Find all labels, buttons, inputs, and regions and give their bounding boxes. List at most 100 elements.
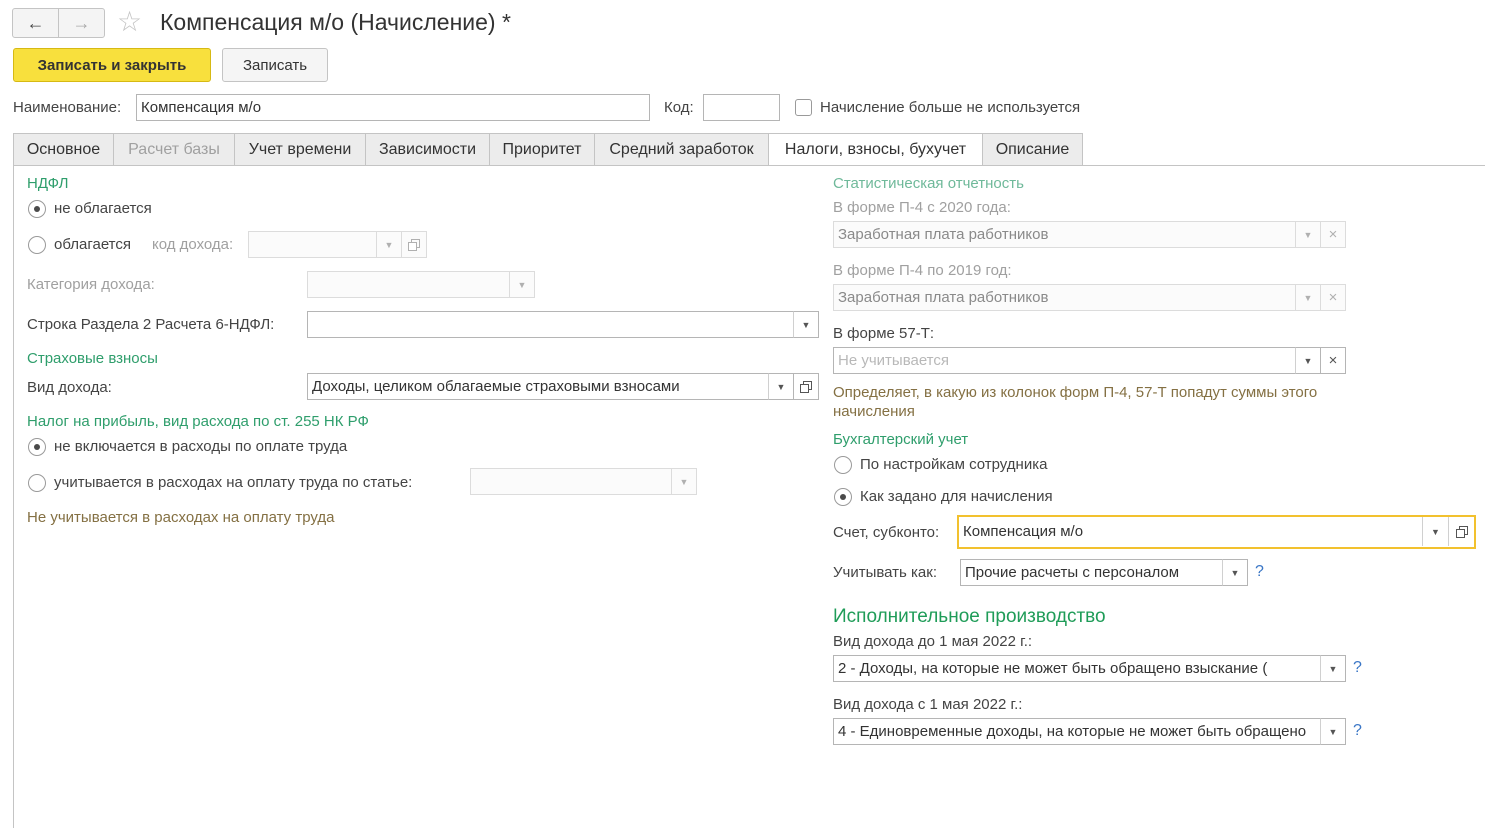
income-category-input[interactable] bbox=[307, 271, 510, 298]
chevron-down-icon[interactable]: ▼ bbox=[509, 271, 535, 298]
included-by-article-radio[interactable] bbox=[28, 474, 46, 492]
save-and-close-button[interactable]: Записать и закрыть bbox=[13, 48, 211, 82]
income-category-label: Категория дохода: bbox=[27, 276, 155, 293]
tab-taxes[interactable]: Налоги, взносы, бухучет bbox=[769, 133, 983, 166]
help-icon[interactable]: ? bbox=[1353, 659, 1362, 677]
enforcement-group-title: Исполнительное производство bbox=[833, 606, 1106, 627]
clear-icon[interactable]: × bbox=[1320, 347, 1346, 374]
chevron-down-icon[interactable]: ▼ bbox=[1295, 347, 1321, 374]
page-title: Компенсация м/о (Начисление) * bbox=[160, 9, 511, 35]
f57t-label: В форме 57-Т: bbox=[833, 325, 935, 342]
p4-2020-label: В форме П-4 с 2020 года: bbox=[833, 199, 1011, 216]
chevron-down-icon[interactable]: ▼ bbox=[671, 468, 697, 495]
name-input[interactable]: Компенсация м/о bbox=[136, 94, 650, 121]
chevron-down-icon[interactable]: ▼ bbox=[1422, 517, 1448, 546]
p4-2019-label: В форме П-4 по 2019 год: bbox=[833, 262, 1012, 279]
open-icon[interactable] bbox=[1448, 517, 1474, 546]
arrow-right-icon[interactable]: → bbox=[58, 9, 104, 37]
before-may-field[interactable]: 2 - Доходы, на которые не может быть обр… bbox=[833, 655, 1346, 682]
income-type-field[interactable]: Доходы, целиком облагаемые страховыми вз… bbox=[307, 373, 819, 400]
account-field[interactable]: Компенсация м/о ▼ bbox=[957, 515, 1476, 549]
after-may-label: Вид дохода с 1 мая 2022 г.: bbox=[833, 696, 1023, 713]
tab-divider bbox=[13, 165, 1485, 166]
p4-2019-input[interactable]: Заработная плата работников bbox=[833, 284, 1296, 311]
before-may-label: Вид дохода до 1 мая 2022 г.: bbox=[833, 633, 1033, 650]
p4-2020-input[interactable]: Заработная плата работников bbox=[833, 221, 1296, 248]
chevron-down-icon[interactable]: ▼ bbox=[1320, 655, 1346, 682]
after-may-input[interactable]: 4 - Единовременные доходы, на которые не… bbox=[833, 718, 1321, 745]
help-icon[interactable]: ? bbox=[1255, 563, 1264, 581]
treat-as-input[interactable]: Прочие расчеты с персоналом bbox=[960, 559, 1223, 586]
tab-description[interactable]: Описание bbox=[983, 133, 1083, 166]
income-category-field[interactable]: ▼ bbox=[307, 271, 535, 298]
treat-as-label: Учитывать как: bbox=[833, 564, 938, 581]
row6ndfl-input[interactable] bbox=[307, 311, 794, 338]
as-set-label: Как задано для начисления bbox=[860, 488, 1053, 505]
tab-base-calc[interactable]: Расчет базы bbox=[114, 133, 235, 166]
article-field[interactable]: ▼ bbox=[470, 468, 697, 495]
by-employee-radio[interactable] bbox=[834, 456, 852, 474]
tab-bar: Основное Расчет базы Учет времени Зависи… bbox=[13, 133, 1083, 166]
profit-tax-group-title: Налог на прибыль, вид расхода по ст. 255… bbox=[27, 413, 369, 430]
article-input[interactable] bbox=[470, 468, 672, 495]
before-may-input[interactable]: 2 - Доходы, на которые не может быть обр… bbox=[833, 655, 1321, 682]
income-code-label: код дохода: bbox=[152, 236, 234, 253]
tab-main[interactable]: Основное bbox=[13, 133, 114, 166]
as-set-radio[interactable] bbox=[834, 488, 852, 506]
not-taxed-radio[interactable] bbox=[28, 200, 46, 218]
name-label: Наименование: bbox=[13, 99, 122, 116]
income-code-input[interactable] bbox=[248, 231, 377, 258]
stat-group-title: Статистическая отчетность bbox=[833, 175, 1024, 192]
taxed-radio[interactable] bbox=[28, 236, 46, 254]
row6ndfl-label: Строка Раздела 2 Расчета 6-НДФЛ: bbox=[27, 316, 275, 333]
f57t-input[interactable]: Не учитывается bbox=[833, 347, 1296, 374]
included-by-article-label: учитывается в расходах на оплату труда п… bbox=[54, 474, 413, 491]
help-icon[interactable]: ? bbox=[1353, 722, 1362, 740]
unused-checkbox[interactable] bbox=[795, 99, 812, 116]
code-input[interactable] bbox=[703, 94, 780, 121]
income-type-input[interactable]: Доходы, целиком облагаемые страховыми вз… bbox=[307, 373, 769, 400]
insurance-group-title: Страховые взносы bbox=[27, 350, 158, 367]
clear-icon[interactable]: × bbox=[1320, 221, 1346, 248]
star-icon[interactable]: ☆ bbox=[117, 7, 142, 37]
p4-2020-field[interactable]: Заработная плата работников ▼ × bbox=[833, 221, 1346, 248]
not-accounted-note: Не учитывается в расходах на оплату труд… bbox=[27, 509, 335, 526]
tab-dependencies[interactable]: Зависимости bbox=[366, 133, 490, 166]
navigation-buttons: ← → bbox=[12, 8, 105, 38]
chevron-down-icon[interactable]: ▼ bbox=[768, 373, 794, 400]
by-employee-label: По настройкам сотрудника bbox=[860, 456, 1048, 473]
arrow-left-icon[interactable]: ← bbox=[13, 9, 58, 37]
after-may-field[interactable]: 4 - Единовременные доходы, на которые не… bbox=[833, 718, 1346, 745]
p4-2019-field[interactable]: Заработная плата работников ▼ × bbox=[833, 284, 1346, 311]
chevron-down-icon[interactable]: ▼ bbox=[793, 311, 819, 338]
taxed-label: облагается bbox=[54, 236, 132, 253]
clear-icon[interactable]: × bbox=[1320, 284, 1346, 311]
accounting-group-title: Бухгалтерский учет bbox=[833, 431, 969, 448]
open-icon[interactable] bbox=[401, 231, 427, 258]
not-included-radio[interactable] bbox=[28, 438, 46, 456]
income-type-label: Вид дохода: bbox=[27, 379, 112, 396]
stat-note: Определяет, в какую из колонок форм П-4,… bbox=[833, 384, 1318, 420]
not-included-label: не включается в расходы по оплате труда bbox=[54, 438, 348, 455]
ndfl-group-title: НДФЛ bbox=[27, 175, 69, 192]
chevron-down-icon[interactable]: ▼ bbox=[376, 231, 402, 258]
unused-label: Начисление больше не используется bbox=[820, 99, 1081, 116]
tab-priority[interactable]: Приоритет bbox=[490, 133, 595, 166]
content-border bbox=[13, 165, 14, 828]
account-input[interactable]: Компенсация м/о bbox=[959, 517, 1422, 546]
code-label: Код: bbox=[664, 99, 694, 116]
income-code-field[interactable]: ▼ bbox=[248, 231, 427, 258]
f57t-field[interactable]: Не учитывается ▼ × bbox=[833, 347, 1346, 374]
save-button[interactable]: Записать bbox=[222, 48, 328, 82]
chevron-down-icon[interactable]: ▼ bbox=[1222, 559, 1248, 586]
tab-time-accounting[interactable]: Учет времени bbox=[235, 133, 366, 166]
open-icon[interactable] bbox=[793, 373, 819, 400]
account-label: Счет, субконто: bbox=[833, 524, 940, 541]
row6ndfl-field[interactable]: ▼ bbox=[307, 311, 819, 338]
treat-as-field[interactable]: Прочие расчеты с персоналом ▼ bbox=[960, 559, 1248, 586]
chevron-down-icon[interactable]: ▼ bbox=[1295, 284, 1321, 311]
chevron-down-icon[interactable]: ▼ bbox=[1295, 221, 1321, 248]
tab-average-earnings[interactable]: Средний заработок bbox=[595, 133, 769, 166]
chevron-down-icon[interactable]: ▼ bbox=[1320, 718, 1346, 745]
not-taxed-label: не облагается bbox=[54, 200, 152, 217]
